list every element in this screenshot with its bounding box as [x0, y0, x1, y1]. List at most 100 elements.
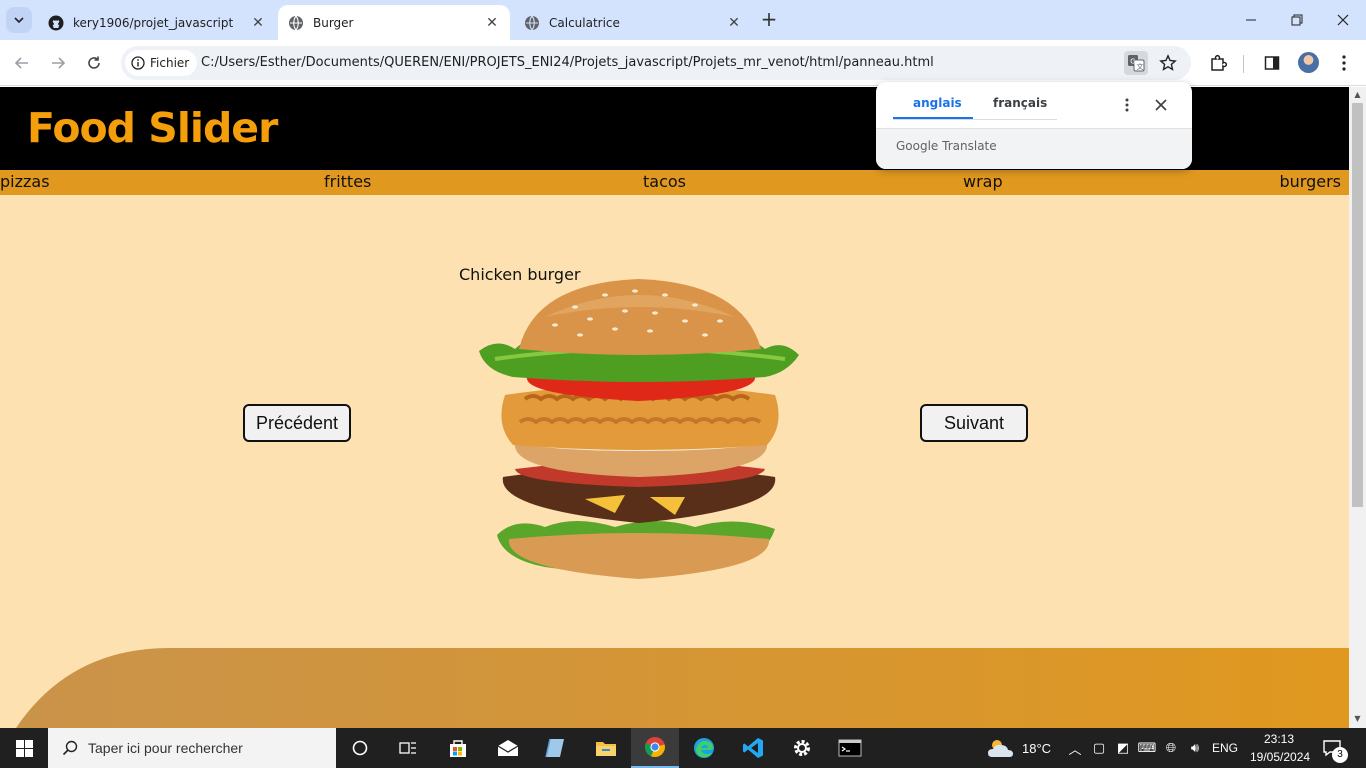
tab-calculatrice[interactable]: Calculatrice ✕: [514, 5, 752, 40]
translate-icon: G文: [1128, 55, 1145, 72]
vscode-icon: [743, 738, 763, 758]
terminal-app[interactable]: [826, 728, 874, 768]
edge-app[interactable]: [680, 728, 728, 768]
tab-burger[interactable]: Burger ✕: [278, 5, 510, 40]
next-button[interactable]: Suivant: [920, 404, 1028, 442]
puzzle-icon: [1211, 54, 1227, 71]
vscode-app[interactable]: [729, 728, 777, 768]
translate-close-button[interactable]: [1150, 94, 1172, 116]
burger-image: [479, 279, 799, 579]
mail-app[interactable]: [484, 728, 532, 768]
globe-icon: [525, 15, 539, 30]
previous-button[interactable]: Précédent: [243, 404, 351, 442]
scroll-thumb[interactable]: [1352, 103, 1363, 507]
close-tab-icon[interactable]: ✕: [484, 15, 500, 31]
tab-title: kery1906/projet_javascript: [73, 15, 234, 30]
file-explorer-app[interactable]: [582, 728, 630, 768]
clock-date[interactable]: 19/05/2024: [1250, 750, 1310, 764]
info-icon: [131, 56, 145, 70]
svg-text:G: G: [1130, 58, 1135, 66]
google-logo-text: Google: [896, 139, 939, 153]
minimize-icon: [1246, 19, 1256, 21]
store-app[interactable]: [434, 728, 482, 768]
profile-avatar[interactable]: [1298, 52, 1319, 73]
translate-tab-anglais[interactable]: anglais: [913, 96, 962, 110]
tray-chevron-up-icon[interactable]: ︿: [1066, 739, 1084, 758]
windows-logo-icon: [15, 739, 33, 757]
menu-item-pizzas[interactable]: pizzas: [0, 172, 50, 191]
taskbar-search[interactable]: Taper ici pour rechercher: [48, 728, 336, 768]
taskbar-search-placeholder: Taper ici pour rechercher: [88, 740, 243, 756]
notes-icon: [545, 738, 564, 758]
forward-button[interactable]: [44, 49, 72, 77]
menu-item-burgers[interactable]: burgers: [1279, 172, 1341, 191]
side-panel-button[interactable]: [1260, 51, 1284, 75]
start-button[interactable]: [0, 728, 48, 768]
terminal-icon: [838, 739, 862, 757]
site-info-label: Fichier: [150, 56, 190, 70]
kebab-menu-icon: [1125, 98, 1129, 112]
close-tab-icon[interactable]: ✕: [250, 15, 266, 31]
tray-app-icon[interactable]: ◩: [1114, 739, 1132, 757]
notification-count-badge: 3: [1332, 747, 1348, 763]
translate-tab-indicator: [893, 117, 973, 119]
task-view-button[interactable]: [384, 728, 432, 768]
translate-label: Translate: [942, 139, 997, 153]
clock-time[interactable]: 23:13: [1264, 732, 1294, 746]
reload-icon: [88, 56, 100, 69]
menu-item-frittes[interactable]: frittes: [324, 172, 371, 191]
tab-github[interactable]: kery1906/projet_javascript ✕: [38, 5, 276, 40]
chevron-down-icon: [14, 17, 24, 24]
tab-bar: kery1906/projet_javascript ✕ Burger ✕ Ca…: [0, 0, 1366, 40]
settings-app[interactable]: [778, 728, 826, 768]
tab-search-button[interactable]: [6, 7, 32, 33]
page-title: Food Slider: [27, 104, 278, 152]
address-bar[interactable]: Fichier C:/Users/Esther/Documents/QUEREN…: [121, 46, 1191, 80]
language-indicator[interactable]: ENG: [1212, 741, 1238, 755]
minimize-button[interactable]: [1228, 0, 1274, 40]
new-tab-button[interactable]: +: [758, 9, 780, 31]
reload-button[interactable]: [80, 49, 108, 77]
browser-menu-button[interactable]: [1332, 51, 1356, 75]
translate-button[interactable]: G文: [1124, 51, 1148, 75]
scroll-up-icon[interactable]: ▲: [1353, 90, 1362, 99]
scroll-down-icon[interactable]: ▼: [1353, 714, 1362, 723]
extensions-button[interactable]: [1206, 51, 1230, 75]
weather-temperature[interactable]: 18°C: [1022, 741, 1051, 756]
close-icon: [1155, 99, 1167, 111]
cortana-button[interactable]: [336, 728, 384, 768]
weather-icon: [988, 740, 1013, 757]
ime-icon[interactable]: ⌨: [1138, 739, 1157, 757]
menu-item-tacos[interactable]: tacos: [643, 172, 686, 191]
bookmark-button[interactable]: [1156, 51, 1180, 75]
site-info-chip[interactable]: Fichier: [125, 50, 198, 76]
edge-icon: [694, 738, 714, 758]
tab-title: Burger: [313, 15, 354, 30]
close-icon: [1337, 14, 1349, 26]
back-button[interactable]: [8, 49, 36, 77]
translate-popup: anglais français Google Translate: [876, 82, 1192, 169]
translate-options-button[interactable]: [1116, 94, 1138, 116]
google-translate-brand: Google Translate: [896, 139, 997, 153]
translate-tab-francais[interactable]: français: [993, 96, 1047, 110]
volume-icon[interactable]: 🔊︎: [1186, 739, 1204, 757]
page-viewport: Food Slider pizzas frittes tacos wrap bu…: [0, 87, 1349, 728]
menu-item-wrap[interactable]: wrap: [963, 172, 1003, 191]
close-tab-icon[interactable]: ✕: [726, 15, 742, 31]
url-text[interactable]: C:/Users/Esther/Documents/QUEREN/ENI/PRO…: [201, 55, 934, 70]
food-menu: pizzas frittes tacos wrap burgers: [0, 170, 1349, 195]
folder-icon: [596, 742, 616, 756]
arrow-right-icon: [52, 57, 66, 69]
network-globe-icon[interactable]: 🌐︎: [1162, 739, 1180, 757]
notes-app[interactable]: [532, 728, 580, 768]
chrome-app[interactable]: [631, 728, 679, 768]
side-panel-icon: [1264, 56, 1280, 70]
close-window-button[interactable]: [1320, 0, 1366, 40]
meet-now-icon[interactable]: ▢: [1090, 739, 1108, 757]
cortana-icon: [352, 740, 368, 756]
restore-button[interactable]: [1274, 0, 1320, 40]
star-icon: [1159, 54, 1177, 71]
svg-text:文: 文: [1137, 62, 1144, 71]
store-icon: [450, 740, 466, 757]
page-scrollbar[interactable]: ▲ ▼: [1349, 87, 1366, 728]
